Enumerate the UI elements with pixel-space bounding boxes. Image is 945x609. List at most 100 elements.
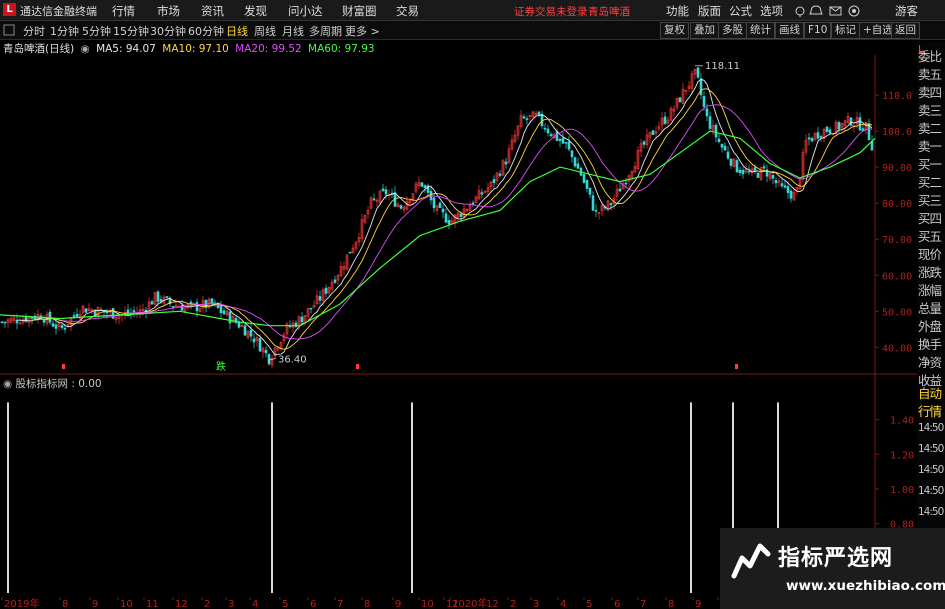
menu-xuanxiang[interactable]: 选项 (760, 3, 783, 19)
period-1min[interactable]: 1分钟 (50, 23, 79, 39)
period-60min[interactable]: 60分钟 (188, 23, 224, 39)
candle-body (723, 145, 727, 151)
cloud-icon[interactable] (795, 6, 805, 17)
candle-body (546, 128, 550, 134)
user-label[interactable]: 游客 (895, 3, 918, 19)
candle-body (828, 129, 832, 134)
candle-body (651, 130, 655, 136)
candle-body (3, 321, 7, 324)
menu-banmian[interactable]: 版面 (698, 3, 721, 19)
event-marker (735, 364, 738, 369)
bell-icon[interactable] (809, 5, 823, 15)
statistics-button[interactable]: 统计 (746, 22, 775, 39)
menu-jiaoyi[interactable]: 交易 (396, 3, 419, 19)
candle-body (15, 319, 19, 324)
quote-field-label: 买三 (918, 193, 942, 208)
candle-body (492, 179, 496, 184)
menu-gongneng[interactable]: 功能 (666, 3, 689, 19)
login-status[interactable]: 证券交易未登录 (514, 4, 588, 19)
period-30min[interactable]: 30分钟 (150, 23, 186, 39)
annotation-label: 118.11 (705, 61, 740, 72)
candle-body (783, 185, 787, 188)
candle-body (249, 329, 253, 337)
quote-field-label: 换手 (918, 337, 942, 352)
multi-stock-button[interactable]: 多股 (718, 22, 747, 39)
candle-body (48, 311, 52, 323)
candle-body (324, 287, 328, 294)
chevron-down-icon[interactable]: ◉ (81, 43, 90, 55)
menu-caifuquan[interactable]: 财富圈 (342, 3, 377, 19)
candle-body (858, 117, 862, 131)
x-tick-label: 10 (421, 599, 434, 609)
candle-body (384, 189, 388, 195)
layout-icon[interactable] (3, 24, 15, 36)
quote-field-label: 净资 (918, 355, 942, 370)
fuquan-button[interactable]: 复权 (660, 22, 689, 39)
theme-icon[interactable] (848, 5, 860, 17)
period-more[interactable]: 更多 > (345, 23, 380, 39)
candle-body (525, 118, 529, 120)
x-tick-label: 3 (533, 599, 539, 609)
candle-body (72, 315, 76, 317)
draw-line-button[interactable]: 画线 (775, 22, 804, 39)
x-tick-label: 7 (640, 599, 646, 609)
auto-toggle[interactable]: 自动 (918, 386, 945, 401)
period-monthly[interactable]: 月线 (282, 23, 304, 39)
period-multi[interactable]: 多周期 (309, 23, 342, 39)
menu-gongshi[interactable]: 公式 (729, 3, 752, 19)
f10-button[interactable]: F10 (804, 22, 832, 39)
candle-body (504, 161, 508, 165)
menu-shichang[interactable]: 市场 (157, 3, 180, 19)
quote-field-label: 涨幅 (918, 283, 942, 298)
candle-body (591, 195, 595, 211)
watermark: 指标严选网 www.xuezhibiao.com (720, 528, 945, 609)
app-title: 通达信金融终端 (20, 5, 97, 18)
current-stock-name: 青岛啤酒 (588, 6, 630, 18)
candle-body (705, 108, 709, 117)
candle-body (438, 202, 442, 209)
x-tick-label: 12 (175, 599, 188, 609)
candle-body (837, 122, 841, 130)
period-weekly[interactable]: 周线 (254, 23, 276, 39)
candle-body (51, 323, 55, 327)
mail-icon[interactable] (829, 6, 842, 16)
candle-body (219, 305, 223, 314)
menu-wenxiaoda[interactable]: 问小达 (288, 3, 323, 19)
back-button[interactable]: 返回 (891, 22, 920, 39)
x-tick-label: 2020年 (452, 597, 487, 609)
period-5min[interactable]: 5分钟 (82, 23, 111, 39)
candle-body (267, 354, 271, 365)
mark-button[interactable]: 标记 (831, 22, 860, 39)
menu-hangqing[interactable]: 行情 (112, 3, 135, 19)
candle-body (348, 251, 352, 254)
overlay-button[interactable]: 叠加 (690, 22, 719, 39)
period-toolbar: 分时 1分钟 5分钟 15分钟 30分钟 60分钟 日线 周线 月线 多周期 更… (0, 21, 945, 40)
menu-zixun[interactable]: 资讯 (201, 3, 224, 19)
main-kline-chart[interactable]: 110.0 100.0 90.00 80.00 70.00 60.00 50.00 40.00… (0, 41, 917, 375)
event-marker (62, 364, 65, 369)
y-tick-label: 50.00 (882, 307, 912, 318)
candle-body (849, 117, 853, 126)
candle-body (228, 311, 232, 324)
candle-body (537, 111, 541, 116)
quote-field-label: 卖二 (918, 121, 942, 136)
period-fenshi[interactable]: 分时 (23, 23, 45, 39)
y-tick-label: 100.0 (882, 127, 912, 138)
period-15min[interactable]: 15分钟 (113, 23, 149, 39)
ma20-label: MA20: 99.52 (235, 43, 302, 55)
x-tick-label: 9 (92, 599, 98, 609)
candle-body (333, 279, 337, 283)
candle-body (195, 302, 199, 312)
candle-body (222, 310, 226, 315)
indicator-label: ◉ 股标指标网 : 0.00 (3, 376, 102, 391)
candle-body (810, 138, 814, 142)
menu-faxian[interactable]: 发现 (244, 3, 267, 19)
period-daily[interactable]: 日线 (226, 23, 248, 39)
indicator-settings-icon[interactable]: ◉ (3, 378, 16, 390)
candle-body (708, 116, 712, 129)
x-tick-label: 8 (668, 599, 674, 609)
y-tick-label: 70.00 (882, 235, 912, 246)
quote-toggle[interactable]: 行情 (918, 404, 945, 419)
watermark-title: 指标严选网 (778, 546, 894, 571)
candle-body (735, 160, 739, 173)
